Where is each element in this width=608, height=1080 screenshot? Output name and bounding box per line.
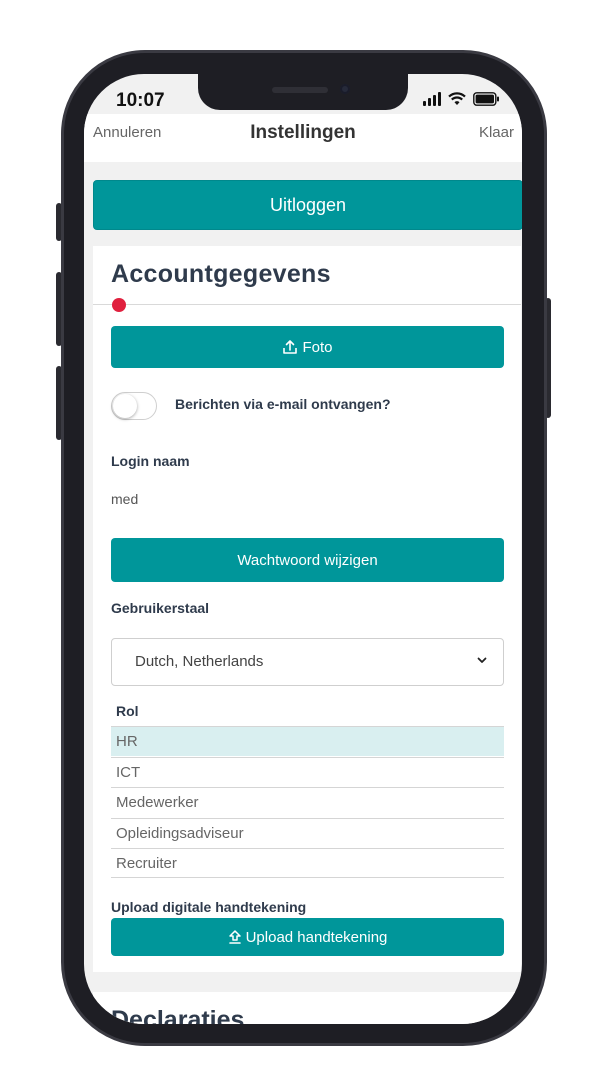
upload-signature-label: Upload handtekening bbox=[245, 928, 388, 946]
logout-button[interactable]: Uitloggen bbox=[93, 180, 522, 230]
speaker bbox=[272, 87, 328, 93]
signature-label: Upload digitale handtekening bbox=[111, 899, 307, 915]
phone-screen: 10:07 Annuleren Instellingen Klaar Uitlo… bbox=[84, 74, 522, 1024]
wifi-icon bbox=[448, 92, 466, 105]
role-item-opleidingsadviseur[interactable]: Opleidingsadviseur bbox=[111, 818, 504, 848]
language-select-value: Dutch, Netherlands bbox=[135, 653, 264, 670]
declarations-card: Declaraties bbox=[93, 992, 521, 1024]
chevron-down-icon bbox=[477, 657, 487, 663]
upload-icon bbox=[283, 340, 298, 354]
done-button[interactable]: Klaar bbox=[479, 124, 514, 141]
role-label: Rol bbox=[116, 703, 139, 719]
toggle-knob bbox=[113, 394, 137, 418]
role-item-medewerker[interactable]: Medewerker bbox=[111, 787, 504, 817]
role-item-ict[interactable]: ICT bbox=[111, 757, 504, 787]
upload-icon bbox=[228, 930, 241, 944]
photo-button[interactable]: Foto bbox=[111, 326, 504, 368]
upload-signature-button[interactable]: Upload handtekening bbox=[111, 918, 504, 956]
nav-bar: Annuleren Instellingen Klaar bbox=[84, 114, 522, 162]
signal-icon bbox=[423, 92, 441, 106]
role-item-recruiter[interactable]: Recruiter bbox=[111, 848, 504, 878]
language-select[interactable]: Dutch, Netherlands bbox=[111, 638, 504, 686]
status-time: 10:07 bbox=[116, 90, 165, 111]
email-toggle-label: Berichten via e-mail ontvangen? bbox=[175, 396, 391, 412]
notification-dot bbox=[112, 298, 126, 312]
page-title: Instellingen bbox=[250, 122, 356, 143]
notch bbox=[198, 74, 408, 110]
declarations-section-title: Declaraties bbox=[111, 1006, 245, 1024]
language-label: Gebruikerstaal bbox=[111, 600, 210, 616]
account-section-title: Accountgegevens bbox=[111, 260, 331, 288]
section-divider bbox=[93, 304, 521, 305]
account-card: Accountgegevens Foto Berichten via e-mai… bbox=[93, 246, 521, 972]
role-item-hr[interactable]: HR bbox=[111, 726, 504, 756]
change-password-button[interactable]: Wachtwoord wijzigen bbox=[111, 538, 504, 582]
battery-icon bbox=[473, 92, 499, 106]
login-label: Login naam bbox=[111, 453, 190, 469]
email-toggle[interactable] bbox=[111, 392, 157, 420]
camera bbox=[340, 84, 350, 94]
login-value: med bbox=[111, 491, 139, 507]
status-icons bbox=[423, 92, 500, 106]
photo-button-label: Foto bbox=[302, 338, 333, 356]
